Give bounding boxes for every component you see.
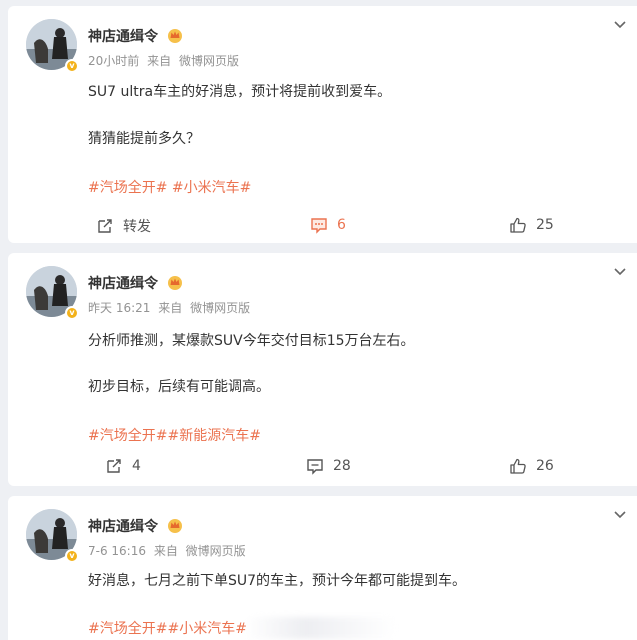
like-icon — [510, 458, 526, 474]
chevron-down-icon[interactable] — [613, 264, 627, 278]
post-time[interactable]: 20小时前 — [88, 54, 139, 68]
post-text-line: SU7 ultra车主的好消息，预计将提前收到爱车。 — [88, 84, 392, 100]
post-meta: 7-6 16:16 来自 微博网页版 — [88, 542, 250, 559]
weibo-post: v 神店通缉令 20小时前 来自 微博网页版 SU7 ultra车主的好消息，预… — [8, 6, 637, 243]
username[interactable]: 神店通缉令 — [88, 516, 158, 536]
verified-badge-icon: v — [65, 306, 79, 320]
repost-icon — [107, 459, 121, 473]
repost-icon — [98, 219, 112, 233]
repost-button[interactable]: 转发 — [96, 216, 151, 236]
post-text-line: 猜猜能提前多久？ — [88, 131, 200, 147]
blur-overlay — [245, 617, 395, 639]
verified-badge-icon: v — [65, 59, 79, 73]
post-time[interactable]: 7-6 16:16 — [88, 544, 146, 558]
post-source: 微博网页版 — [185, 544, 246, 558]
post-source: 微博网页版 — [190, 301, 251, 315]
post-text-line: 初步目标，后续有可能调高。 — [88, 379, 270, 395]
post-text-line: 分析师推测，某爆款SUV今年交付目标15万台左右。 — [88, 333, 415, 349]
repost-count: 4 — [132, 458, 141, 474]
comment-icon — [307, 459, 323, 475]
post-topic-tags[interactable]: #汽场全开##小米汽车# — [88, 618, 247, 638]
comment-button[interactable]: 28 — [306, 457, 351, 475]
repost-label: 转发 — [123, 219, 151, 235]
source-prefix: 来自 — [158, 301, 183, 315]
username[interactable]: 神店通缉令 — [88, 273, 158, 293]
post-time[interactable]: 昨天 16:21 — [88, 301, 150, 315]
post-meta: 昨天 16:21 来自 微博网页版 — [88, 299, 254, 316]
chevron-down-icon[interactable] — [613, 507, 627, 521]
source-prefix: 来自 — [147, 54, 172, 68]
like-count: 26 — [536, 458, 554, 474]
crown-icon — [168, 519, 182, 533]
like-button[interactable]: 26 — [509, 457, 554, 475]
post-text-line: 好消息，七月之前下单SU7的车主，预计今年都可能提到车。 — [88, 573, 467, 589]
comment-count: 6 — [337, 217, 346, 233]
post-meta: 20小时前 来自 微博网页版 — [88, 52, 243, 69]
comment-icon — [311, 218, 327, 234]
crown-icon — [168, 276, 182, 290]
crown-icon — [168, 29, 182, 43]
repost-button[interactable]: 4 — [105, 457, 141, 475]
like-icon — [510, 217, 526, 233]
post-topic-tags[interactable]: #汽场全开# #小米汽车# — [88, 177, 251, 197]
source-prefix: 来自 — [153, 544, 178, 558]
comment-button[interactable]: 6 — [310, 216, 346, 234]
chevron-down-icon[interactable] — [613, 17, 627, 31]
like-button[interactable]: 25 — [509, 216, 554, 234]
comment-count: 28 — [333, 458, 351, 474]
like-count: 25 — [536, 217, 554, 233]
verified-badge-icon: v — [65, 549, 79, 563]
username[interactable]: 神店通缉令 — [88, 26, 158, 46]
post-source: 微博网页版 — [178, 54, 239, 68]
weibo-post: v 神店通缉令 昨天 16:21 来自 微博网页版 分析师推测，某爆款SUV今年… — [8, 253, 637, 486]
post-topic-tags[interactable]: #汽场全开##新能源汽车# — [88, 425, 261, 445]
